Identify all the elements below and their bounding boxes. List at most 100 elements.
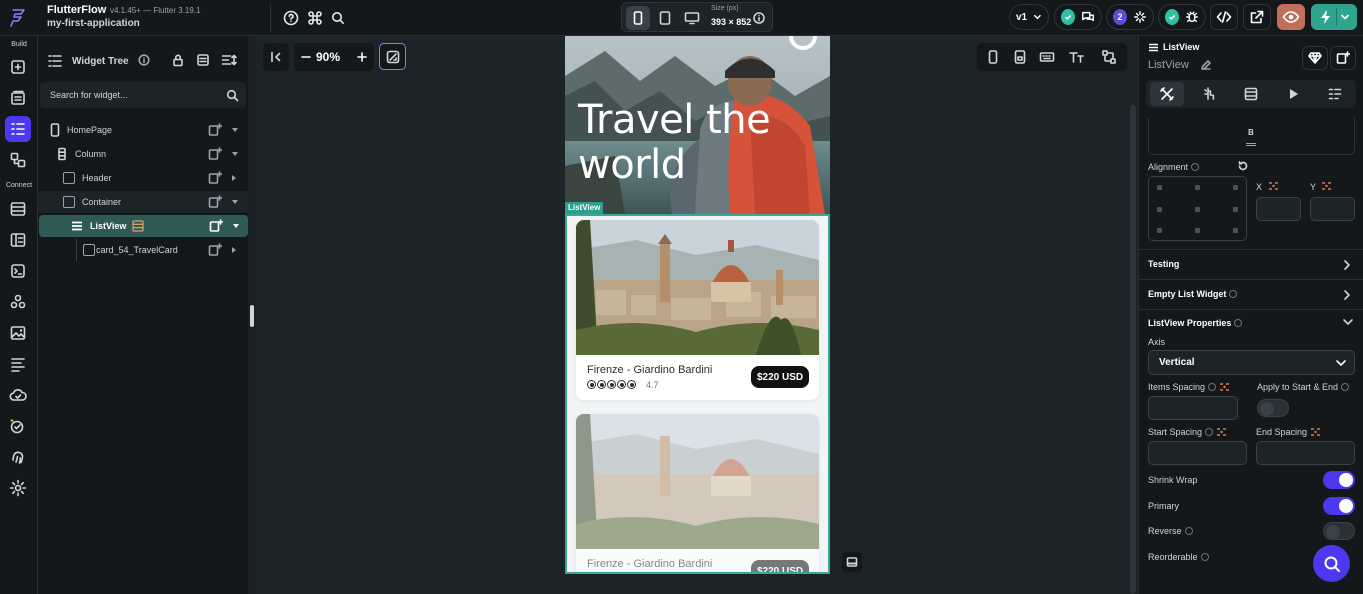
splitter-grip[interactable] — [250, 305, 254, 327]
version-selector[interactable]: v1 — [1009, 4, 1049, 30]
variable-icon[interactable] — [1321, 181, 1332, 191]
travel-card[interactable]: Firenze - Giardino Bardini 4.7 $220 USD — [576, 220, 819, 400]
sort-icon[interactable] — [221, 53, 237, 67]
align-x-input[interactable] — [1256, 197, 1301, 221]
keyboard-icon[interactable] — [1039, 50, 1055, 64]
search-icon[interactable] — [328, 8, 348, 28]
align-dot[interactable] — [1233, 207, 1238, 212]
tab-properties[interactable] — [1150, 82, 1184, 106]
reset-icon[interactable] — [1237, 160, 1249, 172]
items-spacing-input[interactable] — [1148, 396, 1238, 420]
command-icon[interactable] — [305, 8, 325, 28]
primary-toggle[interactable] — [1323, 497, 1355, 515]
media-assets-icon[interactable] — [5, 320, 31, 346]
text-scale-icon[interactable] — [1068, 50, 1084, 64]
info-icon[interactable] — [138, 54, 150, 66]
canvas-scrollbar[interactable] — [1130, 105, 1136, 594]
add-page-icon[interactable] — [5, 54, 31, 80]
align-dot[interactable] — [1157, 207, 1162, 212]
info-icon[interactable] — [1229, 290, 1238, 298]
search-icon[interactable] — [226, 89, 239, 102]
diamond-button[interactable] — [1302, 46, 1328, 70]
project-name[interactable]: my-first-application — [47, 18, 140, 29]
cloud-functions-icon[interactable] — [5, 382, 31, 408]
integrations-icon[interactable] — [5, 289, 31, 315]
info-icon[interactable] — [1184, 527, 1193, 535]
variable-icon[interactable] — [1310, 427, 1321, 437]
shrink-wrap-toggle[interactable] — [1323, 471, 1355, 489]
widget-tree-icon[interactable] — [5, 116, 31, 142]
travel-card[interactable]: Firenze - Giardino Bardini $220 USD — [576, 414, 819, 574]
tablet-device-button[interactable] — [653, 6, 677, 30]
size-info-icon[interactable] — [750, 6, 768, 30]
end-spacing-input[interactable] — [1256, 441, 1355, 465]
widget-search-input[interactable] — [50, 87, 210, 103]
chevron-down-icon[interactable] — [233, 224, 239, 228]
panel-toggle-button[interactable] — [842, 552, 862, 572]
lock-icon[interactable] — [171, 53, 185, 67]
firestore-icon[interactable] — [5, 196, 31, 222]
zoom-level[interactable]: 90% — [316, 50, 340, 64]
debug-group[interactable] — [1158, 4, 1206, 30]
device-frame-icon[interactable] — [1013, 50, 1027, 64]
desktop-device-button[interactable] — [680, 6, 704, 30]
add-child-icon[interactable] — [209, 219, 223, 233]
tab-backend-query[interactable] — [1234, 82, 1268, 106]
chevron-right-icon[interactable] — [232, 247, 236, 253]
collaborators-group[interactable]: 2 — [1106, 4, 1154, 30]
tree-node-container[interactable]: Container — [38, 191, 248, 213]
code-view-button[interactable] — [1210, 4, 1238, 30]
collapse-all-icon[interactable] — [196, 53, 210, 67]
run-button[interactable] — [1311, 4, 1357, 30]
tab-animations[interactable] — [1276, 82, 1310, 106]
agents-icon[interactable] — [5, 413, 31, 439]
components-icon[interactable] — [5, 147, 31, 173]
selected-widget-name[interactable]: ListView — [1148, 59, 1189, 71]
chevron-down-icon[interactable] — [232, 128, 238, 132]
responsive-icon[interactable] — [1101, 49, 1117, 65]
alignment-grid[interactable] — [1148, 176, 1247, 241]
info-icon[interactable] — [1341, 383, 1350, 391]
info-icon[interactable] — [1205, 428, 1214, 436]
tree-node-column[interactable]: Column — [38, 143, 248, 165]
storyboard-icon[interactable] — [5, 351, 31, 377]
reverse-toggle[interactable] — [1323, 522, 1355, 540]
help-icon[interactable] — [281, 8, 301, 28]
collapse-panel-button[interactable] — [263, 43, 289, 71]
add-child-icon[interactable] — [208, 147, 222, 161]
add-child-icon[interactable] — [208, 195, 222, 209]
flutterflow-logo-icon[interactable] — [6, 6, 30, 30]
align-dot[interactable] — [1195, 228, 1200, 233]
info-icon[interactable] — [1208, 383, 1217, 391]
tree-node-header[interactable]: Header — [38, 167, 248, 189]
testing-section[interactable]: Testing — [1138, 249, 1363, 279]
align-dot[interactable] — [1157, 228, 1162, 233]
variable-icon[interactable] — [1268, 181, 1279, 191]
axis-dropdown[interactable]: Vertical — [1148, 350, 1355, 375]
tree-node-travel-card[interactable]: card_54_TravelCard — [38, 239, 248, 261]
chevron-down-icon[interactable] — [232, 200, 238, 204]
add-child-icon[interactable] — [208, 171, 222, 185]
align-dot[interactable] — [1233, 185, 1238, 190]
zoom-in-icon[interactable] — [356, 50, 368, 64]
tree-node-homepage[interactable]: HomePage — [38, 119, 248, 141]
settings-gear-icon[interactable] — [5, 475, 31, 501]
apply-start-end-toggle[interactable] — [1257, 399, 1289, 417]
add-child-icon[interactable] — [208, 243, 222, 257]
support-chat-button[interactable] — [1313, 545, 1350, 582]
info-icon[interactable] — [1234, 319, 1243, 327]
add-child-icon[interactable] — [208, 123, 222, 137]
variable-icon[interactable] — [1216, 427, 1227, 437]
start-spacing-input[interactable] — [1148, 441, 1247, 465]
padding-bottom-icon[interactable] — [1246, 143, 1256, 146]
chevron-right-icon[interactable] — [232, 175, 236, 181]
info-icon[interactable] — [1191, 163, 1200, 171]
extract-component-button[interactable] — [1330, 46, 1356, 70]
tree-node-listview[interactable]: ListView — [39, 215, 248, 237]
align-dot[interactable] — [1195, 185, 1200, 190]
comments-group[interactable] — [1054, 4, 1102, 30]
tab-actions[interactable] — [1192, 82, 1226, 106]
price-badge[interactable]: $220 USD — [751, 366, 810, 388]
tab-ui-builder[interactable] — [1318, 82, 1352, 106]
align-dot[interactable] — [1157, 185, 1162, 190]
